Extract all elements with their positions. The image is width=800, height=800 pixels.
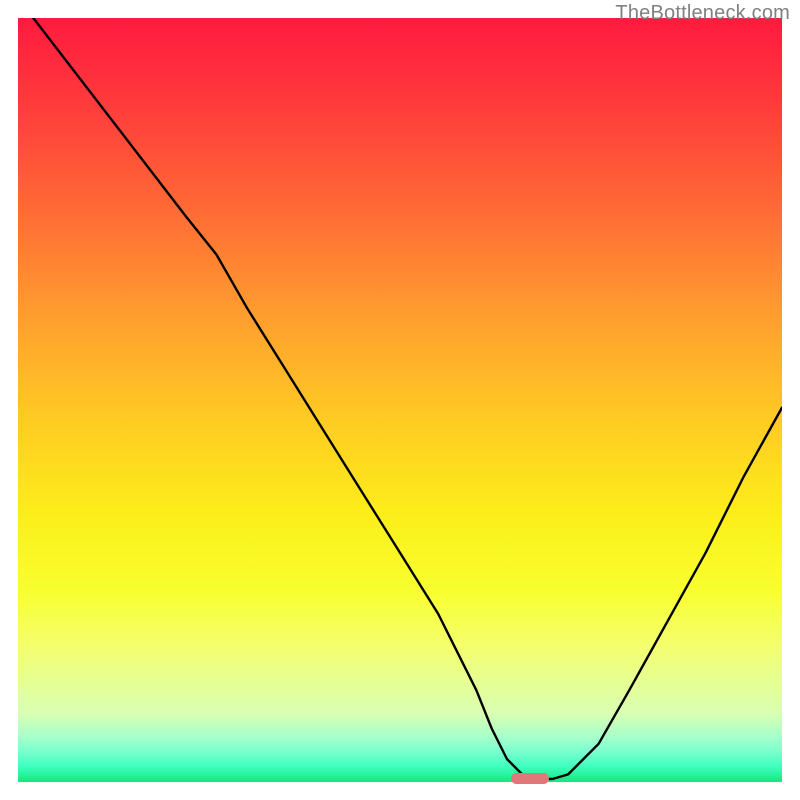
chart-container: TheBottleneck.com	[0, 0, 800, 800]
watermark-text: TheBottleneck.com	[615, 2, 790, 25]
plot-area	[18, 18, 782, 782]
bottleneck-curve	[18, 18, 782, 782]
optimal-marker	[511, 773, 549, 784]
